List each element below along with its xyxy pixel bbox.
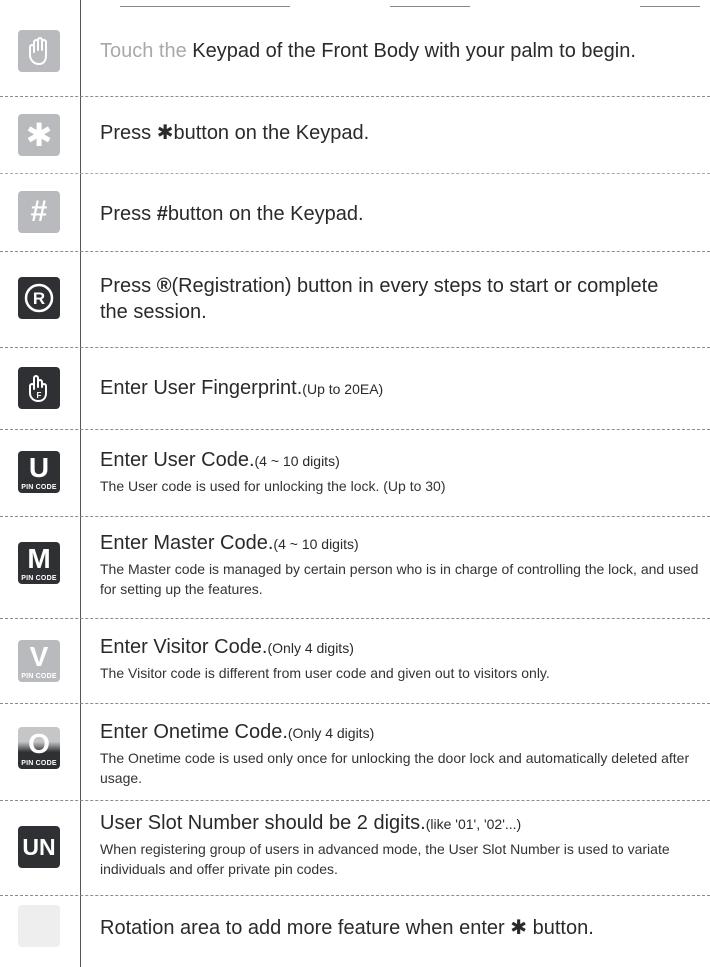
visitor-code-icon: V PIN CODE xyxy=(18,640,60,682)
description-text: The Onetime code is used only once for u… xyxy=(100,750,690,786)
row-fingerprint: F Enter User Fingerprint.(Up to 20EA) xyxy=(0,347,710,430)
row-text: Press ®(Registration) button in every st… xyxy=(100,273,660,325)
instruction-text: Enter User Code. xyxy=(100,449,255,471)
description-text: The User code is used for unlocking the … xyxy=(100,478,446,494)
palm-icon xyxy=(18,30,60,72)
note-text: (4 ~ 10 digits) xyxy=(273,536,359,552)
instruction-text: Enter Onetime Code. xyxy=(100,721,288,743)
row-registration: R Press ®(Registration) button in every … xyxy=(0,251,710,348)
instruction-text: Enter User Fingerprint. xyxy=(100,377,303,399)
note-text: (Only 4 digits) xyxy=(267,640,354,656)
icon-letter: V xyxy=(29,641,49,672)
faded-text: Touch the xyxy=(100,40,187,62)
description-text: When registering group of users in advan… xyxy=(100,841,670,877)
row-user-slot: UN User Slot Number should be 2 digits.(… xyxy=(0,800,710,896)
icon-letter: O xyxy=(28,728,50,759)
description-text: The Master code is managed by certain pe… xyxy=(100,561,699,597)
registration-glyph: ® xyxy=(156,275,172,297)
instruction-page: Touch the Keypad of the Front Body with … xyxy=(0,0,710,967)
registration-icon: R xyxy=(18,277,60,319)
star-icon: ✱ xyxy=(18,114,60,156)
pin-code-label: PIN CODE xyxy=(21,575,57,582)
star-glyph: ✱ xyxy=(510,917,528,939)
row-text: Press #button on the Keypad. xyxy=(100,201,704,227)
row-text: User Slot Number should be 2 digits.(lik… xyxy=(100,810,680,879)
row-touch-keypad: Touch the Keypad of the Front Body with … xyxy=(0,6,710,97)
row-text: Touch the Keypad of the Front Body with … xyxy=(100,38,704,64)
master-code-icon: M PIN CODE xyxy=(18,542,60,584)
press-text: Press xyxy=(100,122,157,144)
instruction-text: Rotation area to add more feature when e… xyxy=(100,917,511,939)
instruction-text: button on the Keypad. xyxy=(167,203,364,225)
rotation-area-icon xyxy=(18,905,60,947)
row-text: Enter Master Code.(4 ~ 10 digits) The Ma… xyxy=(100,530,704,599)
description-text: The Visitor code is different from user … xyxy=(100,665,550,681)
svg-text:F: F xyxy=(37,391,42,400)
user-code-icon: U PIN CODE xyxy=(18,451,60,493)
row-master-code: M PIN CODE Enter Master Code.(4 ~ 10 dig… xyxy=(0,516,710,619)
row-onetime-code: O PIN CODE Enter Onetime Code.(Only 4 di… xyxy=(0,703,710,801)
instruction-text: User Slot Number should be 2 digits. xyxy=(100,812,426,834)
row-user-code: U PIN CODE Enter User Code.(4 ~ 10 digit… xyxy=(0,429,710,517)
icon-letter: M xyxy=(27,543,51,574)
press-text: Press xyxy=(100,275,157,297)
svg-text:R: R xyxy=(33,289,45,308)
fingerprint-icon: F xyxy=(18,367,60,409)
instruction-text: Enter Master Code. xyxy=(100,532,274,554)
row-rotation-area: Rotation area to add more feature when e… xyxy=(0,895,710,967)
hash-glyph: # xyxy=(156,203,168,225)
pin-code-label: PIN CODE xyxy=(21,484,57,491)
note-text: (Only 4 digits) xyxy=(287,725,375,741)
row-text: Press ✱button on the Keypad. xyxy=(100,120,704,146)
instruction-text: Keypad of the Front Body with your palm … xyxy=(186,40,636,62)
note-text: (Up to 20EA) xyxy=(302,381,384,397)
instruction-text: (Registration) button in every steps to … xyxy=(100,275,659,323)
instruction-text: button on the Keypad. xyxy=(173,122,370,144)
row-press-hash: # Press #button on the Keypad. xyxy=(0,173,710,252)
instruction-text: Enter Visitor Code. xyxy=(100,636,268,658)
row-text: Enter User Code.(4 ~ 10 digits) The User… xyxy=(100,447,704,496)
instruction-text-end: button. xyxy=(527,917,594,939)
row-press-star: ✱ Press ✱button on the Keypad. xyxy=(0,96,710,174)
row-text: Enter User Fingerprint.(Up to 20EA) xyxy=(100,375,704,402)
press-text: Press xyxy=(100,203,157,225)
icon-letter: U xyxy=(28,452,50,483)
pin-code-label: PIN CODE xyxy=(21,760,57,767)
user-slot-icon: UN xyxy=(18,826,60,868)
note-text: (like '01', '02'...) xyxy=(425,816,522,832)
onetime-code-icon: O PIN CODE xyxy=(18,727,60,769)
hash-icon: # xyxy=(18,191,60,233)
note-text: (4 ~ 10 digits) xyxy=(254,453,340,469)
row-text: Rotation area to add more feature when e… xyxy=(100,915,704,941)
pin-code-label: PIN CODE xyxy=(21,673,57,680)
icon-letter: UN xyxy=(22,833,56,860)
row-visitor-code: V PIN CODE Enter Visitor Code.(Only 4 di… xyxy=(0,618,710,704)
row-text: Enter Visitor Code.(Only 4 digits) The V… xyxy=(100,634,704,683)
star-glyph: ✱ xyxy=(156,122,174,144)
row-text: Enter Onetime Code.(Only 4 digits) The O… xyxy=(100,719,704,788)
